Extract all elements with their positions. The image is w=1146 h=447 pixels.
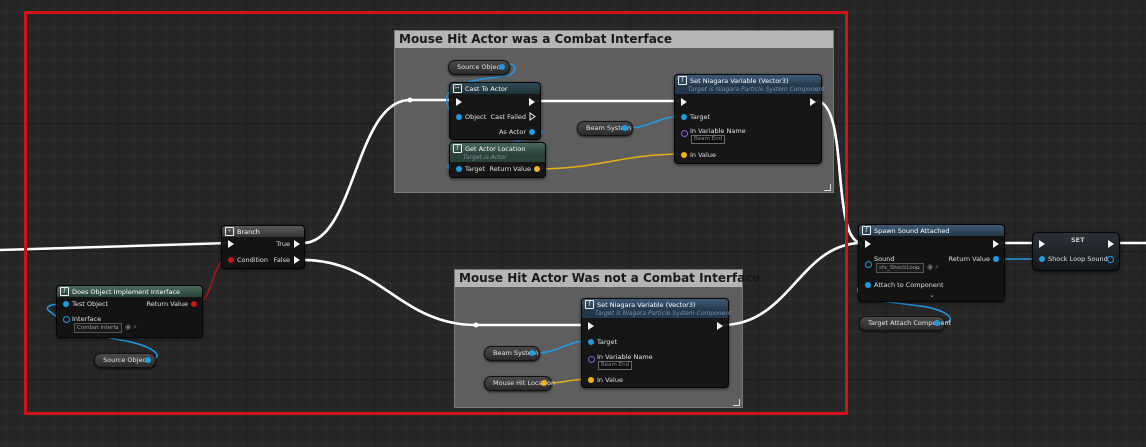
spawn-sound-attached-node[interactable]: ƒ Spawn Sound Attached Sound sfx_ShockLo… [858, 224, 1005, 302]
exec-in-pin[interactable] [865, 240, 871, 248]
function-icon: ƒ [862, 226, 871, 235]
set-variable-node[interactable]: SET Shock Loop Sound [1032, 232, 1120, 271]
search-icon[interactable]: ⌕ [935, 263, 939, 272]
selection-rectangle [24, 11, 848, 415]
attach-to-component-label: Attach to Component [874, 281, 944, 289]
shock-loop-sound-out-pin[interactable] [1107, 256, 1114, 263]
attach-to-component-pin[interactable] [865, 282, 871, 288]
node-title: SET [1071, 236, 1085, 244]
expand-arrow-icon[interactable]: ⌄ [929, 291, 935, 299]
shock-loop-sound-label: Shock Loop Sound [1048, 255, 1108, 263]
variable-out-pin[interactable] [934, 320, 940, 326]
sound-pin[interactable] [865, 261, 872, 268]
chevron-down-icon: ⌄ [916, 265, 921, 271]
return-value-pin[interactable] [993, 256, 999, 262]
browse-icon[interactable]: ◉ [927, 263, 933, 271]
shock-loop-sound-pin[interactable] [1039, 256, 1045, 262]
sound-label: Sound [874, 255, 895, 263]
sound-asset-dropdown[interactable]: sfx_ShockLoop ⌄ [876, 263, 924, 273]
node-header[interactable]: ƒ Spawn Sound Attached [859, 225, 1004, 236]
node-title: Spawn Sound Attached [874, 226, 950, 235]
target-attach-component-getter[interactable]: Target Attach Component [859, 316, 951, 331]
exec-out-pin[interactable] [993, 240, 999, 248]
exec-out-pin[interactable] [1108, 240, 1114, 248]
exec-in-pin[interactable] [1039, 240, 1045, 248]
sound-asset-value: sfx_ShockLoop [879, 265, 920, 271]
return-value-label: Return Value [948, 255, 991, 263]
